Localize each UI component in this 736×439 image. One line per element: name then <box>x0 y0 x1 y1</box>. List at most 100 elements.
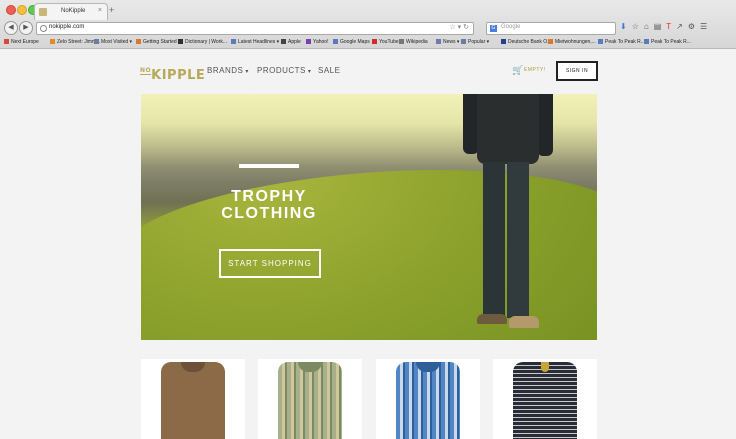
bookmark-item[interactable]: Getting Started <box>136 39 177 45</box>
settings-icon[interactable]: ⚙ <box>688 22 695 31</box>
bookmark-icon <box>94 39 99 44</box>
product-card[interactable] <box>376 359 480 439</box>
bookmark-icon <box>461 39 466 44</box>
share-icon[interactable]: ↗ <box>676 22 683 31</box>
url-text: nokipple.com <box>49 24 85 30</box>
sign-in-button[interactable]: SIGN IN <box>556 61 598 81</box>
bookmark-icon <box>281 39 286 44</box>
bookmark-icon <box>306 39 311 44</box>
browser-tab[interactable]: NoKipple × <box>34 3 108 20</box>
bookmark-label: YouTube <box>379 39 399 45</box>
navigation-bar: ◀ ▶ nokipple.com ☆ ▾ ↻ G Google ⬇ ☆ ⌂ ▤ T ↗ ⚙ ☰ <box>0 19 736 36</box>
hero-title-line2: CLOTHING <box>221 205 317 222</box>
logo-kipple: KIPPLE <box>151 68 206 83</box>
bookmark-label: Popular ▾ <box>468 39 490 45</box>
cart-status[interactable]: EMPTY! <box>524 67 546 73</box>
model-shoe-right <box>509 316 539 328</box>
bookmark-icon <box>50 39 55 44</box>
site-logo[interactable]: NOKIPPLE <box>140 64 205 83</box>
model-jacket <box>477 94 539 164</box>
hero-divider <box>239 164 299 168</box>
model-leg-right <box>507 162 529 318</box>
bookmark-item[interactable]: Zelo Street: Jimm... <box>50 39 100 45</box>
hero-title: TROPHY CLOTHING <box>199 188 339 222</box>
cart-icon[interactable]: 🛒 <box>512 65 523 76</box>
close-window-icon[interactable] <box>6 5 16 15</box>
bookmark-star-icon[interactable]: ☆ <box>632 22 639 31</box>
nav-products-label: PRODUCTS <box>257 66 306 75</box>
bookmark-item[interactable]: Deutsche Bank O... <box>501 39 551 45</box>
bookmark-item[interactable]: Peak To Peak R... <box>644 39 691 45</box>
bookmark-label: Next Europe <box>11 39 39 45</box>
back-button[interactable]: ◀ <box>4 21 18 35</box>
bookmark-label: Mietwohnungen,... <box>555 39 596 45</box>
bookmark-item[interactable]: Latest Headlines ▾ <box>231 39 279 45</box>
product-card[interactable] <box>258 359 362 439</box>
bookmark-label: Yahoo! <box>313 39 329 45</box>
bookmark-label: Apple <box>288 39 301 45</box>
bookmarks-bar: Next Europe Zelo Street: Jimm... Most Visi… <box>0 36 736 48</box>
bookmark-item[interactable]: Google Maps <box>333 39 370 45</box>
address-bar[interactable]: nokipple.com ☆ ▾ ↻ <box>36 22 474 35</box>
bookmark-item[interactable]: Most Visited ▾ <box>94 39 132 45</box>
tab-close-icon[interactable]: × <box>98 7 102 14</box>
product-card[interactable] <box>141 359 245 439</box>
search-bar[interactable]: G Google <box>486 22 616 35</box>
web-page: NOKIPPLE BRANDS ▾ PRODUCTS ▾ SALE 🛒 EMPTY!… <box>0 49 736 439</box>
hero-title-line1: TROPHY <box>231 188 307 205</box>
bookmark-item[interactable]: Dictionary | Work... <box>178 39 227 45</box>
bookmark-label: Peak To Peak R... <box>605 39 645 45</box>
brown-shirt-image <box>161 362 225 439</box>
nav-sale-label: SALE <box>318 66 341 75</box>
readability-icon[interactable]: ▤ <box>654 22 662 31</box>
product-grid <box>141 359 597 439</box>
new-tab-button[interactable]: + <box>109 5 114 15</box>
model-leg-left <box>483 162 505 320</box>
nav-brands[interactable]: BRANDS ▾ <box>207 66 249 75</box>
label-tag <box>541 362 549 372</box>
home-icon[interactable]: ⌂ <box>644 22 649 31</box>
start-shopping-button[interactable]: START SHOPPING <box>219 249 321 278</box>
chevron-down-icon: ▾ <box>307 69 312 75</box>
model-arm-right <box>537 94 553 156</box>
bookmark-item[interactable]: Mietwohnungen,... <box>548 39 596 45</box>
extension-t-icon[interactable]: T <box>666 22 671 31</box>
bookmark-icon <box>548 39 553 44</box>
model-shoe-left <box>477 314 507 324</box>
green-plaid-shirt-image <box>278 362 342 439</box>
browser-chrome: NoKipple × + ◀ ▶ nokipple.com ☆ ▾ ↻ G Go… <box>0 0 736 49</box>
nav-brands-label: BRANDS <box>207 66 244 75</box>
bookmark-item[interactable]: YouTube <box>372 39 399 45</box>
bookmark-icon <box>4 39 9 44</box>
nav-sale[interactable]: SALE <box>318 66 340 75</box>
favicon-icon <box>39 8 47 16</box>
bookmark-icon <box>598 39 603 44</box>
bookmark-label: Most Visited ▾ <box>101 39 133 45</box>
bookmark-item[interactable]: News ▾ <box>436 39 459 45</box>
hero-model <box>459 94 559 340</box>
bookmark-icon <box>501 39 506 44</box>
bookmark-item[interactable]: Apple <box>281 39 301 45</box>
minimize-window-icon[interactable] <box>17 5 27 15</box>
product-card[interactable] <box>493 359 597 439</box>
striped-sweater-image <box>513 362 577 439</box>
bookmark-item[interactable]: Wikipedia <box>399 39 428 45</box>
download-icon[interactable]: ⬇ <box>620 22 627 31</box>
bookmark-icon <box>644 39 649 44</box>
bookmark-item[interactable]: Yahoo! <box>306 39 328 45</box>
bookmark-icon <box>231 39 236 44</box>
bookmark-label: Wikipedia <box>406 39 428 45</box>
forward-button[interactable]: ▶ <box>19 21 33 35</box>
bookmark-item[interactable]: Popular ▾ <box>461 39 489 45</box>
bookmark-label: Google Maps <box>340 39 370 45</box>
bookmark-icon <box>178 39 183 44</box>
bookmark-label: Latest Headlines ▾ <box>238 39 280 45</box>
bookmark-icon <box>399 39 404 44</box>
toolbar-icons: ⬇ ☆ ⌂ ▤ T ↗ ⚙ ☰ <box>620 22 712 34</box>
menu-icon[interactable]: ☰ <box>700 22 707 31</box>
bookmark-item[interactable]: Next Europe <box>4 39 39 45</box>
bookmark-label: Dictionary | Work... <box>185 39 228 45</box>
nav-products[interactable]: PRODUCTS ▾ <box>257 66 311 75</box>
bookmark-item[interactable]: Peak To Peak R... <box>598 39 645 45</box>
reload-icon[interactable]: ☆ ▾ ↻ <box>449 23 469 31</box>
